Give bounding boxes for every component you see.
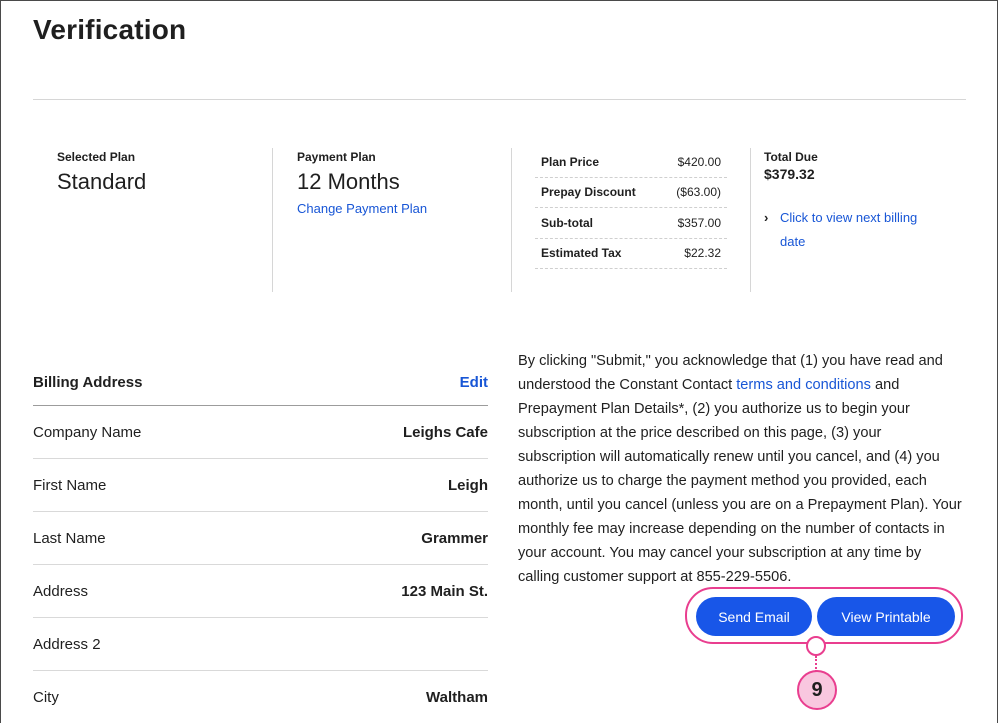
billing-row-label: City — [33, 689, 59, 706]
billing-address-header: Billing Address Edit — [33, 359, 488, 406]
billing-row-city: City Waltham — [33, 671, 488, 723]
title-divider — [33, 99, 966, 100]
chevron-right-icon: › — [764, 210, 769, 225]
edit-billing-link[interactable]: Edit — [460, 374, 488, 391]
price-row-plan-price: Plan Price $420.00 — [535, 147, 727, 178]
action-buttons-highlight: Send Email View Printable — [685, 587, 963, 644]
billing-address-table: Billing Address Edit Company Name Leighs… — [33, 359, 488, 723]
price-row-label: Plan Price — [541, 154, 600, 169]
callout-anchor — [806, 636, 826, 656]
send-email-button[interactable]: Send Email — [696, 597, 812, 636]
price-row-value: $357.00 — [677, 215, 721, 230]
payment-plan-section: Payment Plan 12 Months Change Payment Pl… — [297, 150, 497, 216]
billing-row-value: Leighs Cafe — [402, 423, 488, 441]
price-row-value: ($63.00) — [676, 185, 721, 200]
billing-address-title: Billing Address — [33, 373, 143, 391]
total-due-section: Total Due $379.32 › Click to view next b… — [764, 150, 964, 254]
billing-row-address-2: Address 2 — [33, 618, 488, 671]
next-billing-link[interactable]: Click to view next billing date — [780, 206, 939, 254]
price-row-subtotal: Sub-total $357.00 — [535, 208, 727, 239]
billing-row-value: Leigh — [448, 476, 488, 494]
price-row-estimated-tax: Estimated Tax $22.32 — [535, 239, 727, 269]
billing-row-label: Last Name — [33, 529, 106, 547]
column-divider — [750, 148, 751, 292]
next-billing-toggle[interactable]: › Click to view next billing date — [764, 206, 939, 254]
price-row-value: $22.32 — [684, 246, 721, 261]
price-breakdown-table: Plan Price $420.00 Prepay Discount ($63.… — [535, 147, 727, 269]
selected-plan-label: Selected Plan — [57, 150, 136, 164]
payment-plan-value: 12 Months — [297, 169, 400, 194]
billing-row-value: 123 Main St. — [401, 582, 488, 600]
billing-row-label: First Name — [33, 476, 107, 494]
billing-row-company-name: Company Name Leighs Cafe — [33, 406, 488, 459]
total-due-value: $379.32 — [764, 166, 815, 182]
billing-row-value: Grammer — [421, 529, 488, 547]
change-payment-plan-link[interactable]: Change Payment Plan — [297, 201, 497, 216]
view-printable-button[interactable]: View Printable — [817, 597, 955, 636]
price-row-prepay-discount: Prepay Discount ($63.00) — [535, 178, 727, 208]
billing-row-label: Address 2 — [33, 635, 101, 653]
legal-text-part-2: and Prepayment Plan Details*, (2) you au… — [518, 377, 962, 585]
billing-row-first-name: First Name Leigh — [33, 459, 488, 512]
billing-row-address: Address 123 Main St. — [33, 565, 488, 618]
price-row-label: Prepay Discount — [541, 185, 636, 200]
billing-row-label: Address — [33, 582, 89, 600]
payment-plan-label: Payment Plan — [297, 150, 376, 164]
column-divider — [272, 148, 273, 292]
price-row-label: Sub-total — [541, 215, 593, 230]
page-title: Verification — [33, 14, 187, 45]
price-row-label: Estimated Tax — [541, 246, 622, 261]
billing-row-value: Waltham — [426, 689, 488, 706]
legal-acknowledgement: By clicking "Submit," you acknowledge th… — [518, 349, 963, 589]
selected-plan-section: Selected Plan Standard — [57, 150, 257, 195]
terms-and-conditions-link[interactable]: terms and conditions — [736, 377, 871, 393]
callout-step-badge: 9 — [797, 670, 837, 710]
billing-row-label: Company Name — [33, 423, 142, 441]
billing-row-last-name: Last Name Grammer — [33, 512, 488, 565]
price-row-value: $420.00 — [677, 154, 721, 169]
column-divider — [511, 148, 512, 292]
total-due-label: Total Due — [764, 150, 818, 164]
selected-plan-value: Standard — [57, 169, 147, 194]
